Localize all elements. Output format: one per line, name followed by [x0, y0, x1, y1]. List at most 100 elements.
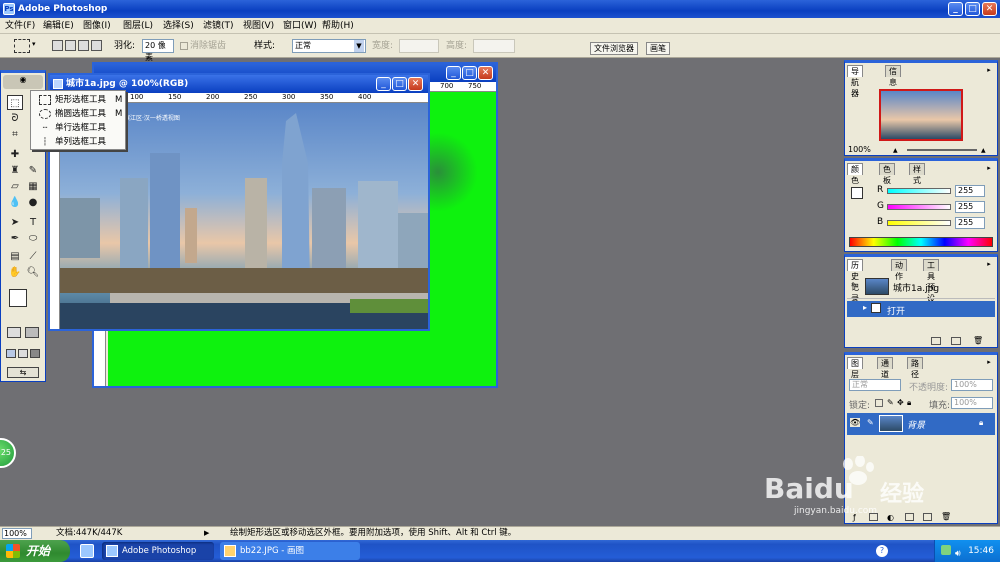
- tab-swatches[interactable]: 色板: [879, 163, 895, 185]
- status-doc-info[interactable]: 文档:447K/447K: [56, 527, 122, 540]
- adobe-eye-logo-icon[interactable]: ◉: [3, 75, 43, 89]
- menu-filter[interactable]: 滤镜(T): [201, 19, 236, 33]
- screen-mode-standard-icon[interactable]: [6, 349, 16, 358]
- gradient-tool-icon[interactable]: ▦: [25, 179, 41, 194]
- tab-color[interactable]: 颜色: [847, 163, 863, 185]
- eraser-tool-icon[interactable]: ▱: [7, 179, 23, 194]
- healing-brush-icon[interactable]: ✚: [7, 147, 23, 162]
- doc-minimize-button[interactable]: _: [376, 77, 391, 91]
- bg-maximize-button[interactable]: □: [462, 66, 477, 80]
- minimize-button[interactable]: _: [948, 2, 963, 16]
- flyout-item-single-column-marquee[interactable]: ┆ 单列选框工具: [31, 135, 125, 149]
- red-channel-input[interactable]: 255: [955, 185, 985, 197]
- tab-brushes[interactable]: 画笔: [646, 42, 670, 55]
- new-snapshot-icon[interactable]: [951, 337, 961, 345]
- status-menu-arrow-icon[interactable]: ▶: [204, 527, 209, 540]
- panel-menu-icon[interactable]: ▸: [984, 358, 994, 366]
- new-document-from-state-icon[interactable]: [931, 337, 941, 345]
- subtract-selection-icon[interactable]: [78, 40, 89, 51]
- bg-minimize-button[interactable]: _: [446, 66, 461, 80]
- panel-menu-icon[interactable]: ▸: [984, 164, 994, 172]
- menu-window[interactable]: 窗口(W): [281, 19, 319, 33]
- eye-icon[interactable]: 👁︎: [850, 418, 861, 427]
- jump-to-imageready-icon[interactable]: ⇆: [7, 367, 39, 378]
- notes-tool-icon[interactable]: ▤: [7, 249, 23, 264]
- doc-close-button[interactable]: ✕: [408, 77, 423, 91]
- tab-paths[interactable]: 路径: [907, 357, 923, 379]
- close-button[interactable]: ✕: [982, 2, 997, 16]
- navigator-thumbnail[interactable]: [879, 89, 963, 141]
- chevron-down-icon[interactable]: ▾: [32, 40, 36, 48]
- tab-layers[interactable]: 图层: [847, 357, 863, 379]
- tab-info[interactable]: 信息: [885, 65, 901, 87]
- status-zoom-input[interactable]: 100%: [2, 528, 32, 539]
- marquee-tool-icon[interactable]: ⬚: [7, 95, 23, 110]
- style-select[interactable]: 正常 ▼: [292, 39, 366, 53]
- panel-menu-icon[interactable]: ▸: [984, 66, 994, 74]
- tray-clock[interactable]: 15:46: [968, 546, 994, 556]
- doc-maximize-button[interactable]: □: [392, 77, 407, 91]
- volume-icon[interactable]: 🔊︎: [955, 543, 961, 562]
- history-snapshot-row[interactable]: ✎ 城市1a.jpg: [847, 275, 995, 299]
- tab-history[interactable]: 历史记录: [847, 259, 863, 303]
- pen-tool-icon[interactable]: ✒: [7, 231, 23, 246]
- zoom-in-icon[interactable]: ▲: [981, 147, 991, 155]
- antialias-checkbox[interactable]: [180, 42, 188, 50]
- intersect-selection-icon[interactable]: [91, 40, 102, 51]
- help-icon[interactable]: ?: [876, 545, 888, 557]
- height-input[interactable]: [473, 39, 515, 53]
- clone-stamp-icon[interactable]: ♜: [7, 163, 23, 178]
- tool-preset-icon[interactable]: [14, 39, 30, 53]
- layer-row-background[interactable]: 👁︎ ✎ 背景 🔒︎: [847, 413, 995, 435]
- new-selection-icon[interactable]: [52, 40, 63, 51]
- dodge-tool-icon[interactable]: ●: [25, 195, 41, 210]
- crop-tool-icon[interactable]: ⌗: [7, 127, 23, 142]
- lock-brush-icon[interactable]: ✎: [887, 398, 894, 407]
- network-icon[interactable]: [941, 545, 951, 555]
- tab-navigator[interactable]: 导航器: [847, 65, 863, 98]
- start-button[interactable]: 开始: [0, 540, 70, 562]
- menu-layer[interactable]: 图层(L): [121, 19, 155, 33]
- history-brush-icon[interactable]: ✎: [25, 163, 41, 178]
- menu-edit[interactable]: 编辑(E): [41, 19, 76, 33]
- blur-tool-icon[interactable]: 💧: [7, 195, 23, 210]
- menu-image[interactable]: 图像(I): [81, 19, 113, 33]
- flyout-item-elliptical-marquee[interactable]: 椭圆选框工具 M: [31, 107, 125, 121]
- zoom-out-icon[interactable]: ▲: [893, 147, 903, 155]
- task-paint[interactable]: bb22.JPG - 画图: [220, 542, 360, 560]
- screen-mode-full-icon[interactable]: [30, 349, 40, 358]
- show-desktop-icon[interactable]: [80, 544, 94, 558]
- tab-styles[interactable]: 样式: [909, 163, 925, 185]
- lock-move-icon[interactable]: ✥: [897, 398, 904, 407]
- feather-input[interactable]: 20 像素: [142, 39, 174, 62]
- maximize-button[interactable]: □: [965, 2, 980, 16]
- floating-badge[interactable]: 25: [0, 438, 16, 468]
- menu-view[interactable]: 视图(V): [241, 19, 276, 33]
- color-spectrum-bar[interactable]: [849, 237, 993, 247]
- shape-tool-icon[interactable]: ⬭: [25, 231, 41, 246]
- zoom-tool-icon[interactable]: 🔍︎: [25, 265, 41, 280]
- quick-mask-icon[interactable]: [25, 327, 39, 338]
- green-channel-slider[interactable]: [887, 204, 951, 210]
- flyout-item-single-row-marquee[interactable]: ┄ 单行选框工具: [31, 121, 125, 135]
- lasso-tool-icon[interactable]: ᘐ: [7, 111, 23, 126]
- path-selection-icon[interactable]: ➤: [7, 215, 23, 230]
- flyout-item-rect-marquee[interactable]: 矩形选框工具 M: [31, 93, 125, 107]
- blue-channel-input[interactable]: 255: [955, 217, 985, 229]
- lock-transparency-icon[interactable]: [875, 399, 883, 407]
- fill-input[interactable]: 100%: [951, 397, 993, 409]
- lock-all-icon[interactable]: 🔒︎: [907, 398, 911, 408]
- green-channel-input[interactable]: 255: [955, 201, 985, 213]
- tab-tool-presets[interactable]: 工具预设: [923, 259, 939, 303]
- screen-mode-menu-icon[interactable]: [18, 349, 28, 358]
- menu-file[interactable]: 文件(F): [3, 19, 37, 33]
- navigator-zoom-slider[interactable]: [907, 149, 977, 151]
- tab-actions[interactable]: 动作: [891, 259, 907, 281]
- history-step[interactable]: ▸ 打开: [847, 301, 995, 317]
- blue-channel-slider[interactable]: [887, 220, 951, 226]
- add-selection-icon[interactable]: [65, 40, 76, 51]
- eyedropper-tool-icon[interactable]: ⟋: [25, 249, 41, 264]
- color-fg-swatch[interactable]: [851, 187, 863, 199]
- hand-tool-icon[interactable]: ✋: [7, 265, 23, 280]
- tab-channels[interactable]: 通道: [877, 357, 893, 379]
